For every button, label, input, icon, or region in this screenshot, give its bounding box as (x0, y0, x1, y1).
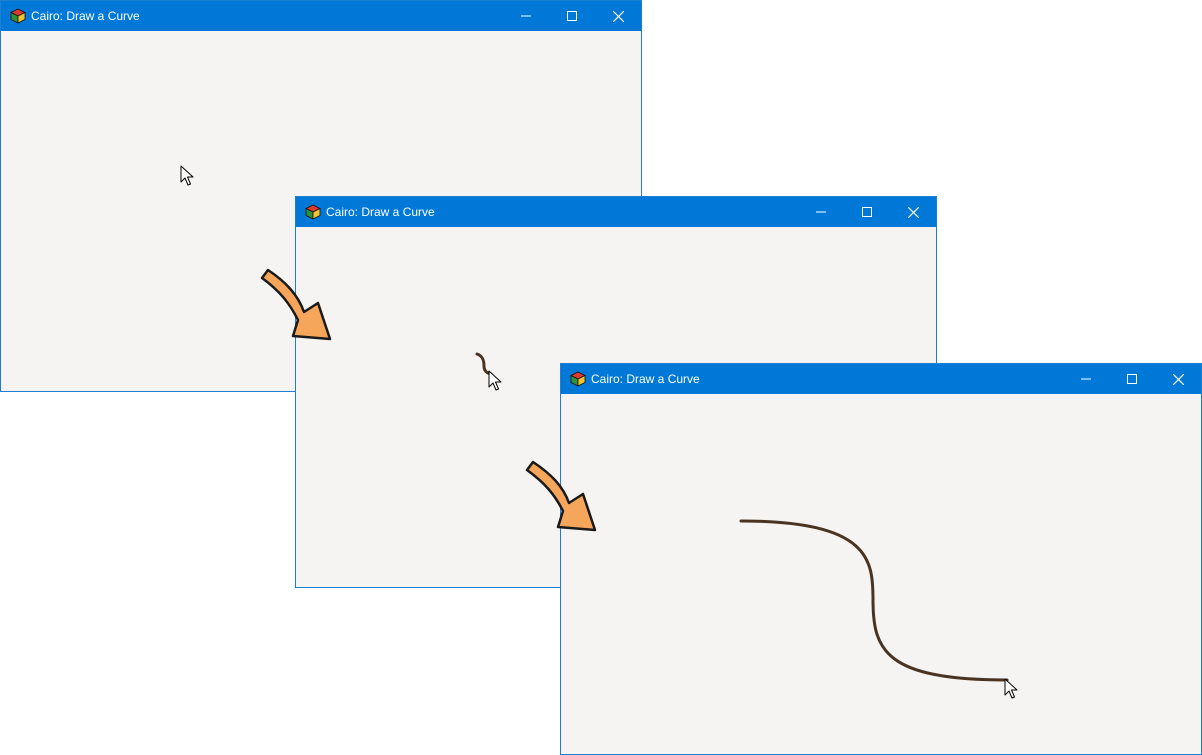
title-bar[interactable]: Cairo: Draw a Curve (561, 364, 1201, 394)
maximize-button[interactable] (549, 1, 595, 31)
minimize-icon (521, 15, 531, 17)
close-button[interactable] (1155, 364, 1201, 394)
window-title: Cairo: Draw a Curve (31, 9, 140, 23)
cairo-cube-icon (305, 204, 321, 220)
minimize-button[interactable] (1063, 364, 1109, 394)
minimize-button[interactable] (798, 197, 844, 227)
window-title: Cairo: Draw a Curve (326, 205, 435, 219)
minimize-button[interactable] (503, 1, 549, 31)
maximize-icon (862, 207, 872, 217)
cairo-cube-icon (10, 8, 26, 24)
maximize-icon (567, 11, 577, 21)
close-button[interactable] (890, 197, 936, 227)
close-icon (907, 206, 919, 218)
window-step-3: Cairo: Draw a Curve (560, 363, 1202, 755)
minimize-icon (816, 211, 826, 213)
cairo-cube-icon (570, 371, 586, 387)
title-bar[interactable]: Cairo: Draw a Curve (296, 197, 936, 227)
maximize-button[interactable] (1109, 364, 1155, 394)
close-icon (1172, 373, 1184, 385)
close-button[interactable] (595, 1, 641, 31)
window-title: Cairo: Draw a Curve (591, 372, 700, 386)
close-icon (612, 10, 624, 22)
maximize-icon (1127, 374, 1137, 384)
minimize-icon (1081, 378, 1091, 380)
drawing-canvas[interactable] (561, 394, 1201, 754)
title-bar[interactable]: Cairo: Draw a Curve (1, 1, 641, 31)
maximize-button[interactable] (844, 197, 890, 227)
